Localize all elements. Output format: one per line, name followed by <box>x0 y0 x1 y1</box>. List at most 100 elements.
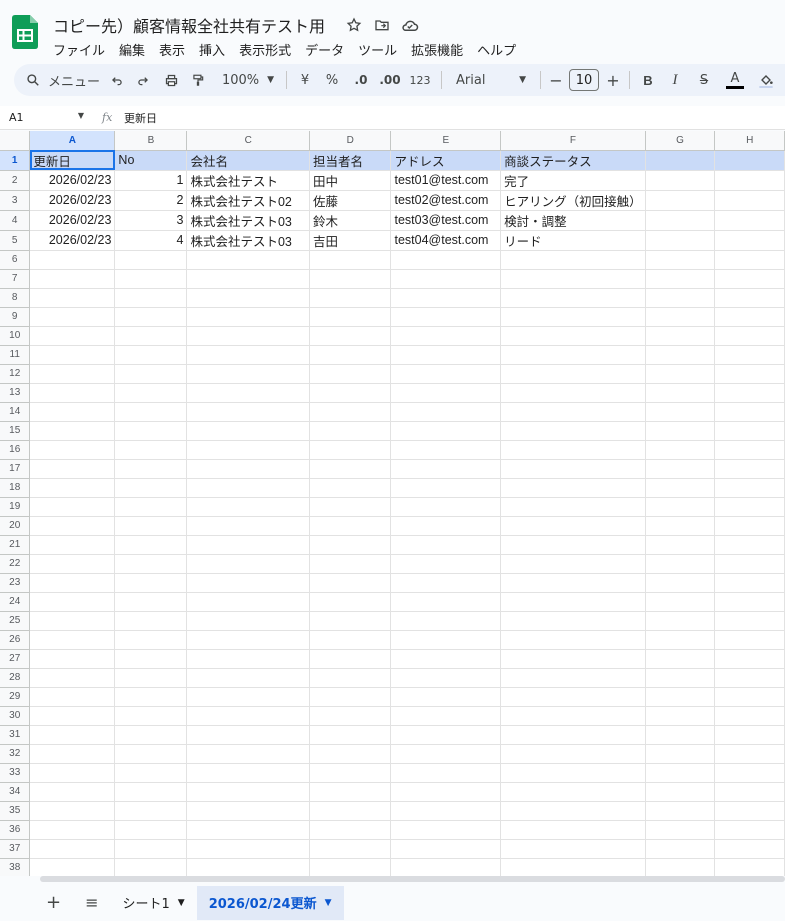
row-header-10[interactable]: 10 <box>0 326 31 346</box>
cell-e27[interactable] <box>390 649 502 669</box>
cell-h12[interactable] <box>714 364 785 384</box>
cell-h2[interactable] <box>714 170 785 191</box>
document-title[interactable]: コピー先）顧客情報全社共有テスト用 <box>53 13 325 37</box>
cell-a14[interactable] <box>29 402 116 422</box>
cell-a37[interactable] <box>29 839 116 859</box>
cell-a35[interactable] <box>29 801 116 821</box>
spreadsheet-grid[interactable]: A B C D E F G H 1 更新日 No 会社名 担当者名 アドレス 商談ステータス… <box>0 131 785 876</box>
cell-d21[interactable] <box>309 535 392 555</box>
cell-h11[interactable] <box>714 345 785 365</box>
row-header-32[interactable]: 32 <box>0 744 31 764</box>
cell-g1[interactable] <box>645 150 716 171</box>
cell-b4[interactable]: 3 <box>114 210 188 231</box>
cell-c16[interactable] <box>186 440 310 460</box>
cell-f29[interactable] <box>500 687 646 707</box>
cell-d32[interactable] <box>309 744 392 764</box>
cell-f10[interactable] <box>500 326 646 346</box>
cell-d13[interactable] <box>309 383 392 403</box>
cell-b23[interactable] <box>114 573 188 593</box>
cell-c7[interactable] <box>186 269 310 289</box>
row-header-21[interactable]: 21 <box>0 535 31 555</box>
cell-e22[interactable] <box>390 554 502 574</box>
cell-b11[interactable] <box>114 345 188 365</box>
cell-f36[interactable] <box>500 820 646 840</box>
italic-button[interactable]: I <box>660 67 690 93</box>
cell-c29[interactable] <box>186 687 310 707</box>
cloud-saved-icon[interactable] <box>400 15 420 35</box>
cell-g24[interactable] <box>645 592 716 612</box>
cell-b7[interactable] <box>114 269 188 289</box>
cell-b16[interactable] <box>114 440 188 460</box>
cell-b28[interactable] <box>114 668 188 688</box>
row-header-11[interactable]: 11 <box>0 345 31 365</box>
cell-a23[interactable] <box>29 573 116 593</box>
cell-c6[interactable] <box>186 250 310 270</box>
cell-e7[interactable] <box>390 269 502 289</box>
cell-b6[interactable] <box>114 250 188 270</box>
cell-a11[interactable] <box>29 345 116 365</box>
cell-b34[interactable] <box>114 782 188 802</box>
cell-c36[interactable] <box>186 820 310 840</box>
cell-e29[interactable] <box>390 687 502 707</box>
cell-d28[interactable] <box>309 668 392 688</box>
cell-c3[interactable]: 株式会社テスト02 <box>186 190 310 211</box>
cell-d2[interactable]: 田中 <box>309 170 392 191</box>
row-header-12[interactable]: 12 <box>0 364 31 384</box>
cell-e32[interactable] <box>390 744 502 764</box>
cell-d35[interactable] <box>309 801 392 821</box>
cell-h9[interactable] <box>714 307 785 327</box>
cell-d4[interactable]: 鈴木 <box>309 210 392 231</box>
cell-g4[interactable] <box>645 210 716 231</box>
cell-f38[interactable] <box>500 858 646 876</box>
cell-g16[interactable] <box>645 440 716 460</box>
cell-g38[interactable] <box>645 858 716 876</box>
cell-d6[interactable] <box>309 250 392 270</box>
cell-c30[interactable] <box>186 706 310 726</box>
cell-b10[interactable] <box>114 326 188 346</box>
cell-b14[interactable] <box>114 402 188 422</box>
cell-a1[interactable]: 更新日 <box>29 150 116 171</box>
add-sheet-button[interactable]: + <box>34 886 73 920</box>
horizontal-scrollbar[interactable] <box>40 876 785 882</box>
cell-h18[interactable] <box>714 478 785 498</box>
cell-b31[interactable] <box>114 725 188 745</box>
row-header-26[interactable]: 26 <box>0 630 31 650</box>
cell-g36[interactable] <box>645 820 716 840</box>
cell-f32[interactable] <box>500 744 646 764</box>
cell-b5[interactable]: 4 <box>114 230 188 251</box>
cell-h33[interactable] <box>714 763 785 783</box>
cell-e14[interactable] <box>390 402 502 422</box>
cell-d3[interactable]: 佐藤 <box>309 190 392 211</box>
menu-data[interactable]: データ <box>298 38 351 61</box>
cell-d12[interactable] <box>309 364 392 384</box>
cell-e10[interactable] <box>390 326 502 346</box>
row-header-15[interactable]: 15 <box>0 421 31 441</box>
cell-b9[interactable] <box>114 307 188 327</box>
cell-a21[interactable] <box>29 535 116 555</box>
column-header-b[interactable]: B <box>114 131 188 151</box>
cell-d30[interactable] <box>309 706 392 726</box>
column-header-d[interactable]: D <box>309 131 392 151</box>
cell-b22[interactable] <box>114 554 188 574</box>
cell-a8[interactable] <box>29 288 116 308</box>
cell-a4[interactable]: 2026/02/23 <box>29 210 116 231</box>
cell-g25[interactable] <box>645 611 716 631</box>
cell-g5[interactable] <box>645 230 716 251</box>
cell-a38[interactable] <box>29 858 116 876</box>
cell-b32[interactable] <box>114 744 188 764</box>
row-header-2[interactable]: 2 <box>0 170 31 191</box>
cell-h21[interactable] <box>714 535 785 555</box>
cell-a25[interactable] <box>29 611 116 631</box>
cell-b30[interactable] <box>114 706 188 726</box>
decrease-decimal-button[interactable]: .0 <box>347 67 375 93</box>
menu-insert[interactable]: 挿入 <box>192 38 232 61</box>
cell-h27[interactable] <box>714 649 785 669</box>
cell-g13[interactable] <box>645 383 716 403</box>
cell-e35[interactable] <box>390 801 502 821</box>
cell-f27[interactable] <box>500 649 646 669</box>
cell-f8[interactable] <box>500 288 646 308</box>
cell-a17[interactable] <box>29 459 116 479</box>
cell-b12[interactable] <box>114 364 188 384</box>
menu-format[interactable]: 表示形式 <box>232 38 298 61</box>
cell-e19[interactable] <box>390 497 502 517</box>
